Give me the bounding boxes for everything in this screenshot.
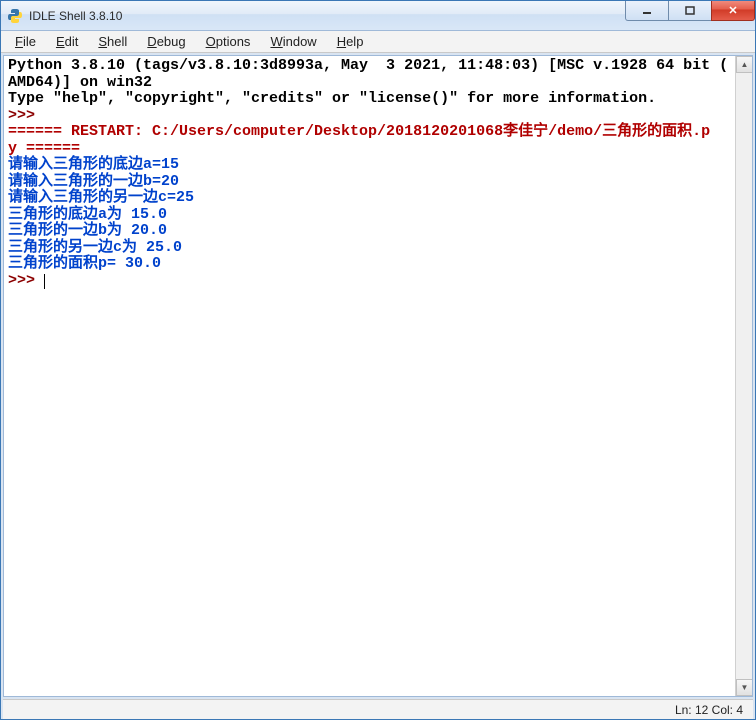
banner-line: Type "help", "copyright", "credits" or "… [8,90,656,107]
prompt: >>> [8,107,44,124]
banner-line: AMD64)] on win32 [8,74,152,91]
scroll-up-button[interactable]: ▲ [736,56,753,73]
chevron-down-icon: ▼ [741,683,749,692]
menu-shell[interactable]: Shell [88,32,137,51]
banner-line: Python 3.8.10 (tags/v3.8.10:3d8993a, May… [8,57,728,74]
editor-area: Python 3.8.10 (tags/v3.8.10:3d8993a, May… [3,55,753,697]
minimize-icon [642,6,652,16]
maximize-button[interactable] [668,1,712,21]
close-button[interactable]: ✕ [711,1,755,21]
output-line: 三角形的底边a为 15.0 [8,206,167,223]
shell-output[interactable]: Python 3.8.10 (tags/v3.8.10:3d8993a, May… [4,56,752,696]
titlebar: IDLE Shell 3.8.10 ✕ [1,1,755,31]
output-line: 请输入三角形的一边b=20 [8,173,179,190]
text-cursor [44,274,45,289]
menu-options[interactable]: Options [196,32,261,51]
window-controls: ✕ [626,1,755,21]
restart-line: y ====== [8,140,80,157]
output-line: 请输入三角形的另一边c=25 [8,189,194,206]
menu-window[interactable]: Window [260,32,326,51]
output-line: 请输入三角形的底边a=15 [8,156,179,173]
output-line: 三角形的另一边c为 25.0 [8,239,182,256]
close-icon: ✕ [728,4,737,17]
menu-file[interactable]: File [5,32,46,51]
prompt: >>> [8,272,44,289]
minimize-button[interactable] [625,1,669,21]
menu-help[interactable]: Help [327,32,374,51]
statusbar: Ln: 12 Col: 4 [3,699,753,719]
restart-line: ====== RESTART: C:/Users/computer/Deskto… [8,123,710,140]
app-icon [7,8,23,24]
menu-debug[interactable]: Debug [137,32,195,51]
chevron-up-icon: ▲ [741,60,749,69]
window-title: IDLE Shell 3.8.10 [29,9,122,23]
menu-edit[interactable]: Edit [46,32,88,51]
scroll-down-button[interactable]: ▼ [736,679,753,696]
vertical-scrollbar[interactable]: ▲ ▼ [735,56,752,696]
maximize-icon [685,6,695,16]
menubar: File Edit Shell Debug Options Window Hel… [1,31,755,53]
cursor-position: Ln: 12 Col: 4 [675,703,743,717]
output-line: 三角形的面积p= 30.0 [8,255,161,272]
output-line: 三角形的一边b为 20.0 [8,222,167,239]
